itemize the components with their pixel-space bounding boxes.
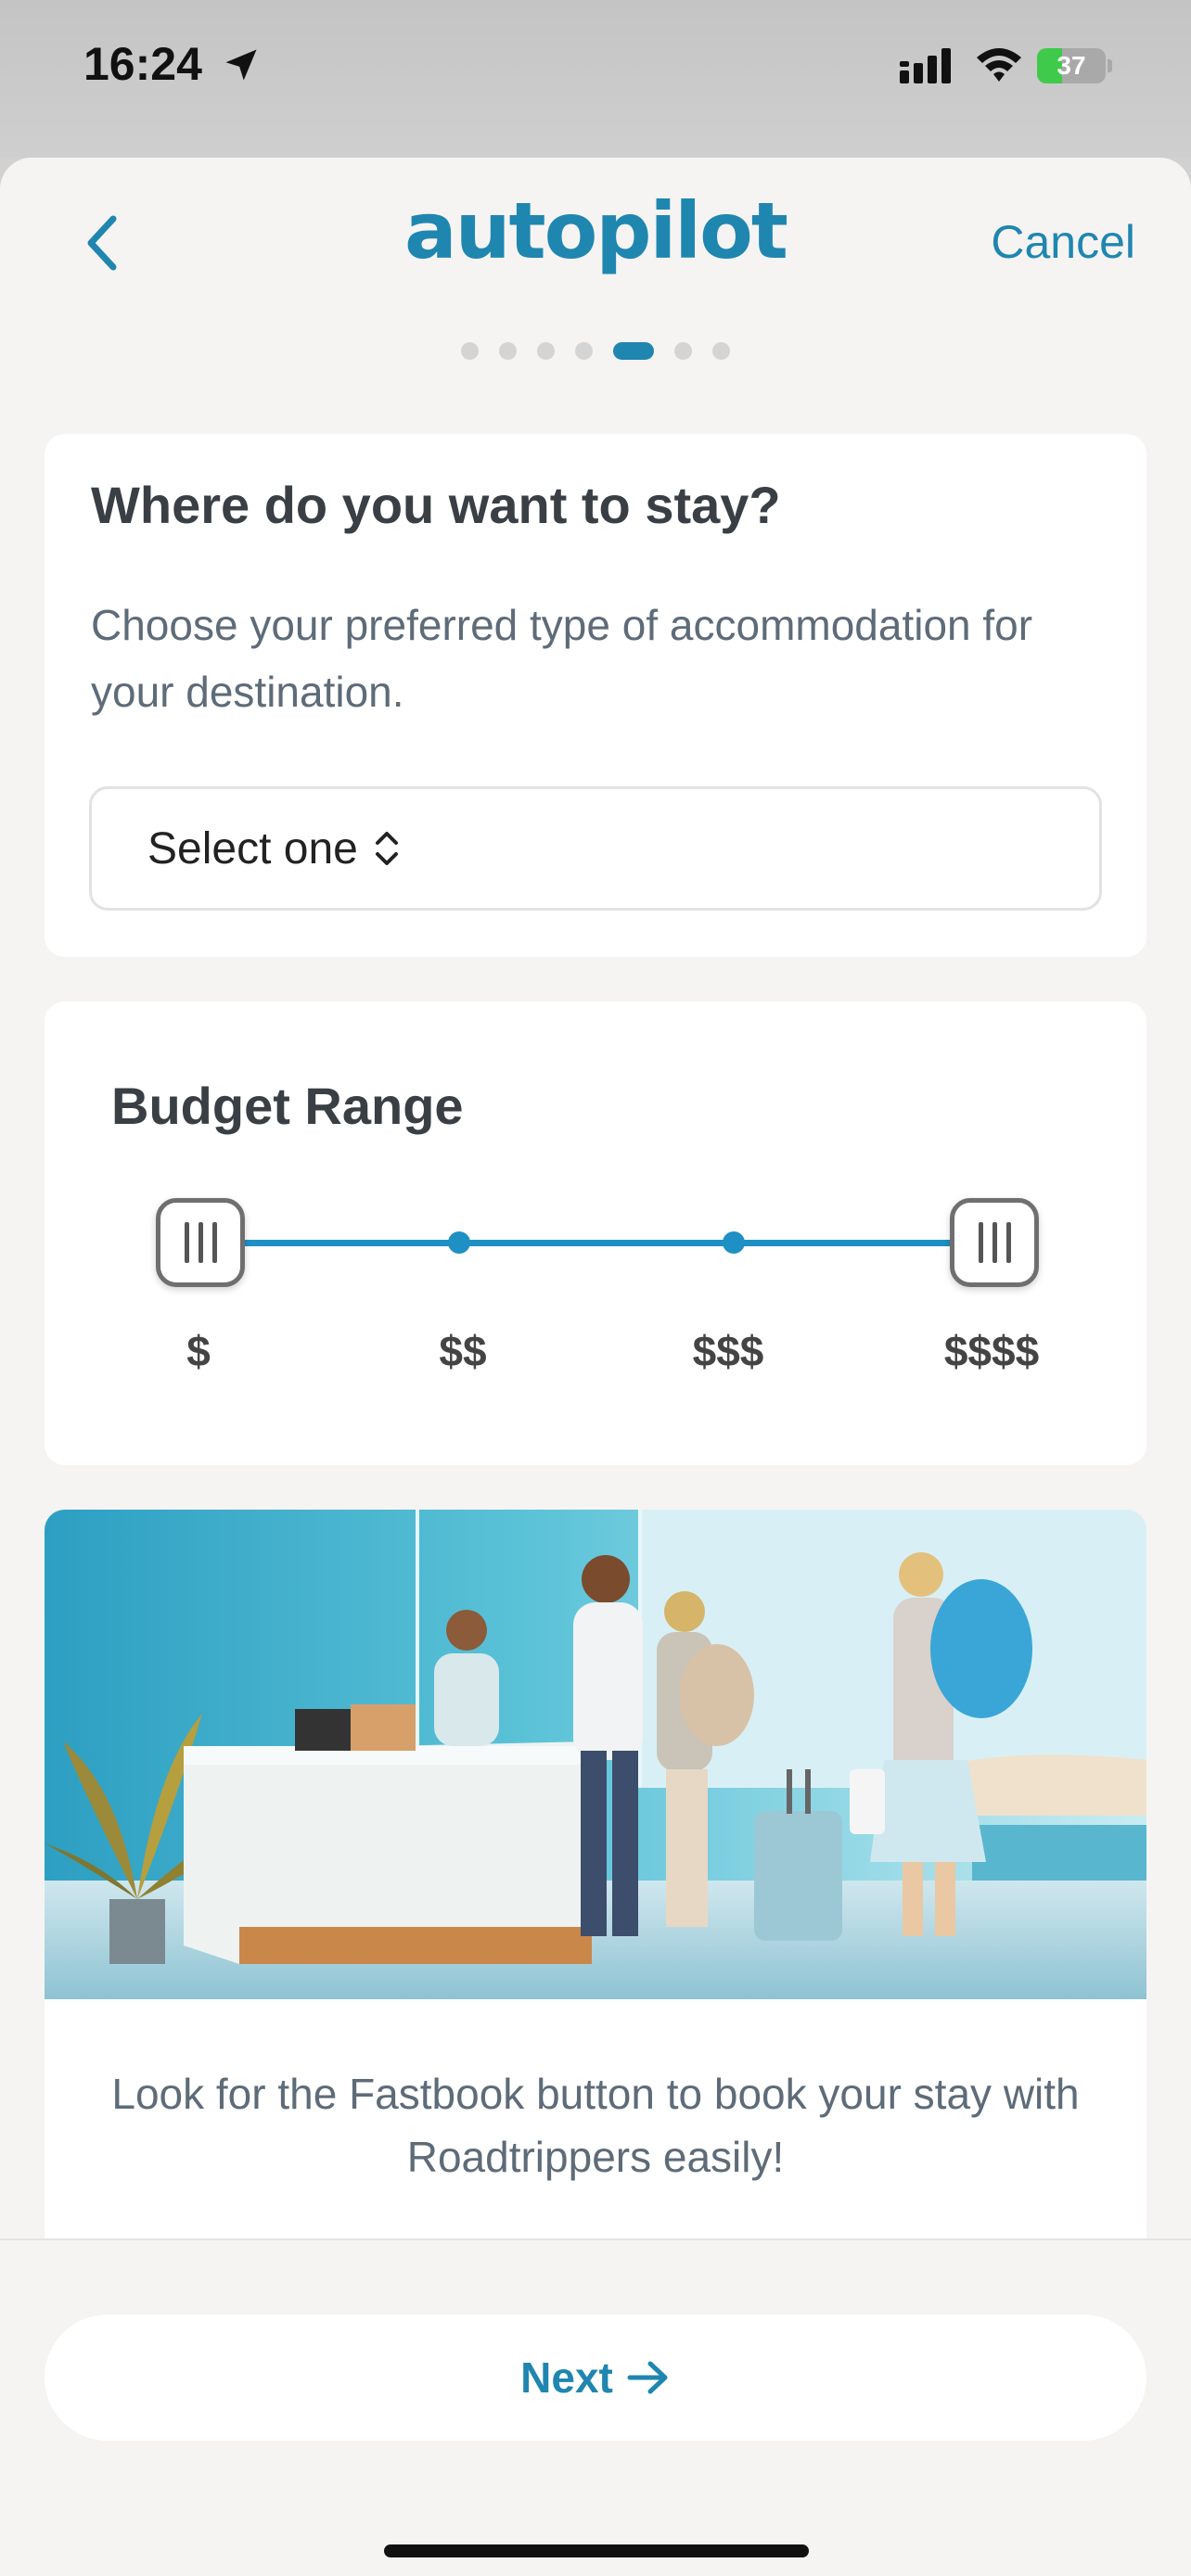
accommodation-title: Where do you want to stay? [91,476,781,534]
onboarding-sheet: autopilot Cancel Where do you want to st… [0,158,1191,2576]
budget-min-handle[interactable] [156,1198,245,1287]
progress-dot [712,341,730,360]
progress-dot [674,341,692,360]
accommodation-description: Choose your preferred type of accommodat… [91,601,1033,716]
fastbook-promo-card: Look for the Fastbook button to book you… [45,1510,1146,2270]
progress-dot [537,341,555,360]
hotel-lobby-illustration [45,1510,1146,1999]
step-progress-indicator [0,341,1191,360]
select-value: Select one [147,823,358,874]
budget-tier-label: $$ [439,1327,487,1375]
chevron-up-down-icon [375,832,398,865]
battery-charging-icon: 37 [1037,48,1112,83]
fastbook-promo-text: Look for the Fastbook button to book you… [111,2070,1080,2181]
budget-max-handle[interactable] [950,1198,1039,1287]
next-button[interactable]: Next [45,2315,1146,2441]
budget-card: Budget Range $ $$ $$$ $$$$ [45,1001,1146,1465]
budget-title: Budget Range [111,1077,464,1135]
cancel-button[interactable]: Cancel [991,210,1135,274]
slider-tick-3 [723,1231,745,1254]
budget-tier-label: $$$ [692,1327,764,1375]
home-indicator [384,2544,809,2557]
accommodation-type-select[interactable]: Select one [89,786,1102,911]
slider-tick-2 [448,1231,470,1254]
budget-slider-track[interactable] [202,1240,1000,1246]
progress-dot-active [613,341,654,360]
arrow-right-icon [627,2361,668,2394]
location-arrow-icon [225,49,257,81]
footer: Next [0,2240,1191,2576]
next-label: Next [520,2353,613,2402]
status-bar: 16:24 37 [0,0,1191,158]
progress-dot [575,341,593,360]
accommodation-card: Where do you want to stay? Choose your p… [45,434,1146,957]
cellular-signal-icon [900,48,951,83]
status-time: 16:24 [83,38,202,90]
battery-percent: 37 [1057,51,1086,80]
progress-dot [499,341,517,360]
budget-tier-label: $ [186,1327,211,1375]
progress-dot [461,341,479,360]
wifi-icon [977,48,1021,82]
budget-tier-label: $$$$ [943,1327,1040,1375]
